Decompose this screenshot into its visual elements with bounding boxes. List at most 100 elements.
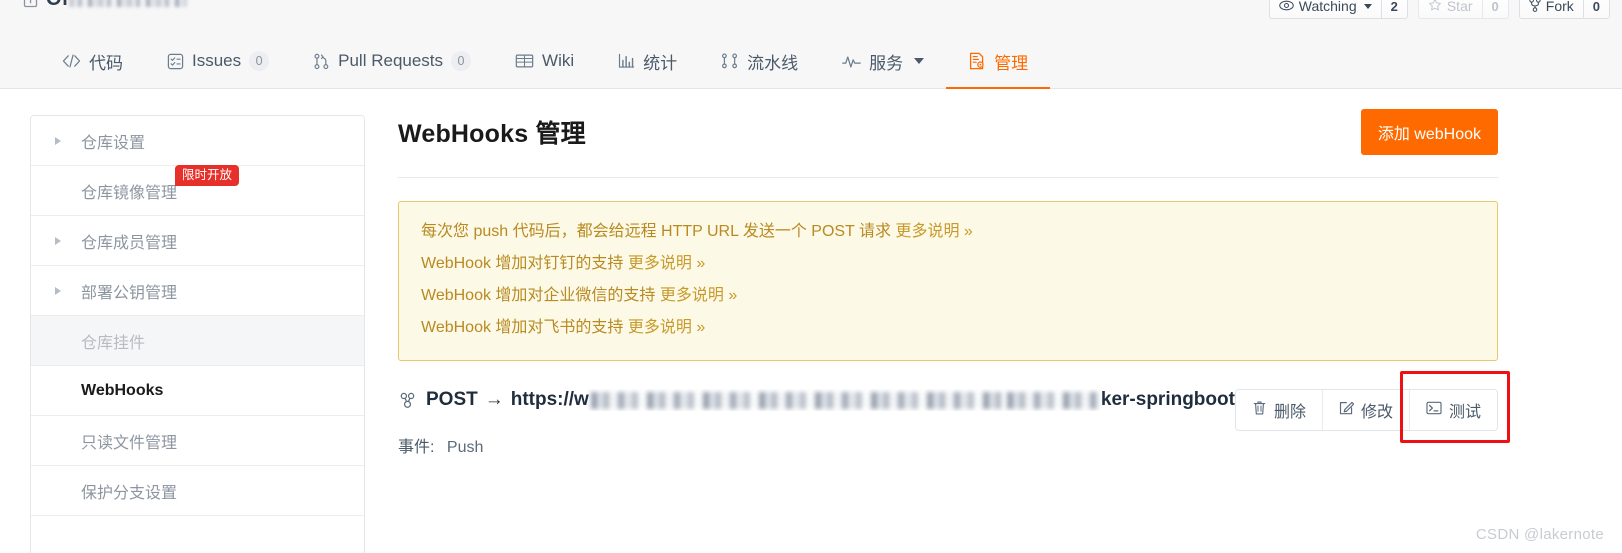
tab-issues-count: 0 bbox=[249, 51, 270, 71]
notice-line: WebHook 增加对钉钉的支持 更多说明 » bbox=[421, 248, 1475, 280]
watching-button[interactable]: Watching 2 bbox=[1268, 0, 1408, 19]
repo-name-visible: Of bbox=[46, 0, 69, 11]
sidebar-item-label: 仓库挂件 bbox=[81, 334, 146, 352]
notice-more-link[interactable]: 更多说明 » bbox=[628, 255, 705, 272]
sidebar-item-label: 保护分支设置 bbox=[81, 484, 178, 502]
star-count: 0 bbox=[1481, 0, 1508, 18]
webhook-notice: 每次您 push 代码后，都会给远程 HTTP URL 发送一个 POST 请求… bbox=[398, 201, 1498, 361]
tab-manage-label: 管理 bbox=[994, 53, 1029, 73]
notice-more-link[interactable]: 更多说明 » bbox=[628, 319, 705, 336]
sidebar-item-label: 只读文件管理 bbox=[81, 434, 178, 452]
repo-title: Of bbox=[22, 0, 187, 11]
tab-pull-requests-label: Pull Requests bbox=[338, 51, 444, 70]
fork-button[interactable]: Fork 0 bbox=[1518, 0, 1610, 19]
webhook-url-line: POST → https://w ker-springboot bbox=[398, 389, 1235, 411]
chart-icon bbox=[618, 53, 635, 69]
tab-services-label: 服务 bbox=[869, 53, 904, 73]
tab-pull-requests[interactable]: Pull Requests 0 bbox=[291, 33, 493, 89]
repo-nav-list: 代码 Issues 0 Pull Requests 0 Wiki 统计 流水线 … bbox=[0, 32, 1622, 90]
webhook-event-label: 事件: bbox=[398, 439, 435, 456]
terminal-icon bbox=[1426, 401, 1442, 420]
tab-code[interactable]: 代码 bbox=[40, 33, 145, 89]
notice-more-link[interactable]: 更多说明 » bbox=[660, 287, 737, 304]
header-divider bbox=[398, 177, 1498, 178]
tab-wiki-label: Wiki bbox=[542, 51, 575, 70]
webhook-method: POST bbox=[426, 389, 478, 410]
sidebar-item-label: 仓库镜像管理 bbox=[81, 184, 178, 202]
sidebar-item-readonly-files[interactable]: 只读文件管理 bbox=[31, 416, 364, 466]
webhook-info: POST → https://w ker-springboot 事件: Push bbox=[398, 389, 1235, 457]
sidebar-item-deploy-keys[interactable]: 部署公钥管理 bbox=[31, 266, 364, 316]
tab-issues[interactable]: Issues 0 bbox=[145, 33, 291, 89]
webhook-url-redacted bbox=[590, 391, 1003, 409]
sidebar-item-repo-settings[interactable]: 仓库设置 bbox=[31, 116, 364, 166]
webhook-actions: 删除 修改 测试 bbox=[1234, 371, 1510, 443]
add-webhook-button[interactable]: 添加 webHook bbox=[1360, 109, 1498, 155]
notice-line: 每次您 push 代码后，都会给远程 HTTP URL 发送一个 POST 请求… bbox=[421, 216, 1475, 248]
star-label-group: Star bbox=[1419, 0, 1482, 18]
chevron-right-icon bbox=[55, 236, 61, 245]
repo-name-redacted bbox=[68, 0, 187, 7]
edit-icon bbox=[1339, 400, 1355, 420]
sidebar-item-partial[interactable] bbox=[31, 516, 364, 553]
tab-wiki[interactable]: Wiki bbox=[493, 33, 596, 89]
notice-text: WebHook 增加对企业微信的支持 bbox=[421, 287, 656, 304]
webhook-url-suffix: ker-springboot bbox=[1100, 389, 1235, 410]
settings-doc-icon bbox=[968, 52, 986, 70]
delete-webhook-button[interactable]: 删除 bbox=[1235, 390, 1323, 430]
chevron-right-icon bbox=[55, 286, 61, 295]
settings-sidebar: 仓库设置 仓库镜像管理 限时开放 仓库成员管理 部署公钥管理 仓库挂件 WebH… bbox=[30, 115, 365, 553]
webhook-url[interactable]: POST → https://w ker-springboot bbox=[426, 389, 1235, 411]
tab-services[interactable]: 服务 bbox=[820, 33, 946, 89]
limited-time-badge: 限时开放 bbox=[175, 164, 240, 187]
sidebar-item-repo-members[interactable]: 仓库成员管理 bbox=[31, 216, 364, 266]
tab-statistics[interactable]: 统计 bbox=[596, 33, 699, 89]
webhook-url-prefix: https://w bbox=[510, 389, 589, 410]
star-button[interactable]: Star 0 bbox=[1417, 0, 1509, 19]
notice-line: WebHook 增加对企业微信的支持 更多说明 » bbox=[421, 280, 1475, 312]
notice-text: WebHook 增加对钉钉的支持 bbox=[421, 255, 624, 272]
sidebar-item-protected-branches[interactable]: 保护分支设置 bbox=[31, 466, 364, 516]
sidebar-item-label: 部署公钥管理 bbox=[81, 284, 178, 302]
trash-icon bbox=[1252, 400, 1267, 421]
repo-social-actions: Watching 2 Star 0 Fork 0 bbox=[1268, 0, 1610, 19]
webhook-action-group: 删除 修改 测试 bbox=[1234, 389, 1498, 431]
sidebar-item-repo-mirror[interactable]: 仓库镜像管理 限时开放 bbox=[31, 164, 364, 216]
star-icon bbox=[1428, 0, 1442, 15]
watching-count: 2 bbox=[1380, 0, 1407, 18]
star-text: Star bbox=[1446, 0, 1473, 14]
tab-pull-requests-count: 0 bbox=[451, 51, 472, 71]
webhook-url-redacted-2 bbox=[1006, 391, 1099, 409]
notice-line: WebHook 增加对飞书的支持 更多说明 » bbox=[421, 312, 1475, 344]
pulse-icon bbox=[842, 55, 861, 68]
chevron-down-icon bbox=[1363, 3, 1372, 9]
main-content: WebHooks 管理 添加 webHook 每次您 push 代码后，都会给远… bbox=[398, 109, 1510, 457]
watching-text: Watching bbox=[1298, 0, 1357, 14]
watermark: CSDN @lakernote bbox=[1475, 526, 1604, 543]
tab-pipeline-label: 流水线 bbox=[747, 53, 799, 73]
repo-name[interactable]: Of bbox=[46, 0, 187, 11]
webhook-icon bbox=[398, 391, 417, 410]
tab-manage[interactable]: 管理 bbox=[946, 33, 1051, 90]
delete-webhook-label: 删除 bbox=[1273, 404, 1306, 421]
notice-text: 每次您 push 代码后，都会给远程 HTTP URL 发送一个 POST 请求 bbox=[421, 223, 891, 240]
code-icon bbox=[62, 54, 81, 68]
test-webhook-button[interactable]: 测试 bbox=[1409, 390, 1497, 430]
notice-more-link[interactable]: 更多说明 » bbox=[895, 223, 972, 240]
tab-issues-label: Issues bbox=[192, 51, 242, 70]
chevron-down-icon bbox=[914, 58, 925, 64]
sidebar-item-repo-widget[interactable]: 仓库挂件 bbox=[31, 316, 364, 366]
repo-header: Of Watching 2 bbox=[0, 0, 1622, 32]
content-header: WebHooks 管理 添加 webHook bbox=[398, 109, 1498, 155]
webhook-arrow: → bbox=[484, 389, 504, 410]
repo-nav: 代码 Issues 0 Pull Requests 0 Wiki 统计 流水线 … bbox=[0, 32, 1622, 90]
tab-statistics-label: 统计 bbox=[643, 53, 678, 73]
tab-pipeline[interactable]: 流水线 bbox=[699, 33, 820, 89]
sidebar-item-webhooks[interactable]: WebHooks bbox=[31, 366, 364, 416]
fork-count: 0 bbox=[1582, 0, 1609, 18]
edit-webhook-button[interactable]: 修改 bbox=[1322, 390, 1410, 430]
fork-text: Fork bbox=[1545, 0, 1574, 14]
watching-label-group: Watching bbox=[1270, 0, 1381, 18]
notice-text: WebHook 增加对飞书的支持 bbox=[421, 319, 624, 336]
book-icon bbox=[515, 53, 534, 69]
